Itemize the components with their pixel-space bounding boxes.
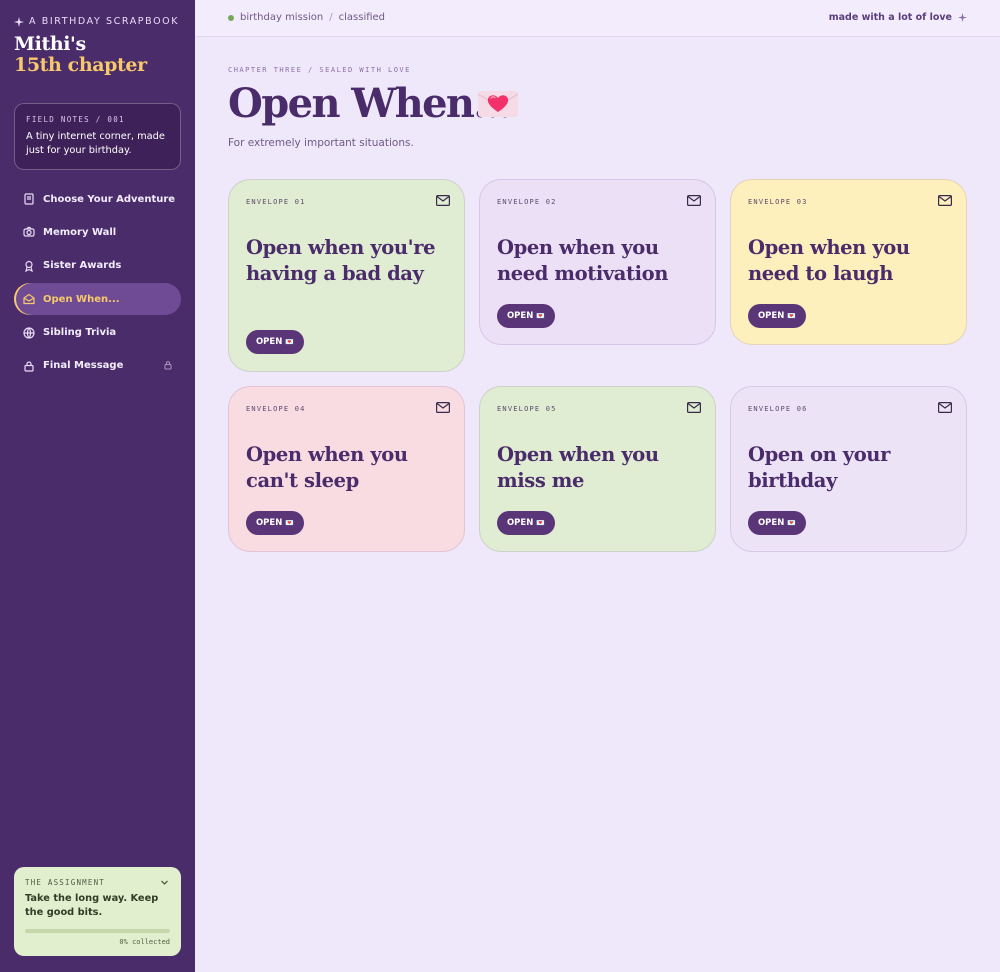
- made-with-love: made with a lot of love: [829, 12, 967, 23]
- open-button[interactable]: OPEN 💌: [748, 304, 806, 328]
- envelope-open-icon: [23, 293, 35, 305]
- envelope-title: Open when you miss me: [497, 443, 659, 492]
- sidebar-item-label: Memory Wall: [43, 226, 117, 238]
- assignment-card[interactable]: THE ASSIGNMENT Take the long way. Keep t…: [14, 867, 181, 956]
- mail-icon: [938, 195, 952, 206]
- chapter-kicker: CHAPTER THREE / SEALED WITH LOVE: [228, 66, 411, 74]
- book-icon: [24, 193, 34, 205]
- envelope-number: ENVELOPE 02: [497, 198, 557, 206]
- love-letter-icon: 💌: [536, 519, 546, 527]
- open-button[interactable]: OPEN 💌: [497, 304, 555, 328]
- page-subtitle: For extremely important situations.: [228, 137, 414, 149]
- brand-kicker: A BIRTHDAY SCRAPBOOK: [14, 16, 179, 27]
- envelope-title: Open when you're having a bad day: [246, 236, 436, 285]
- sidebar-nav: Choose Your Adventure Memory Wall Sister…: [14, 183, 181, 383]
- open-button[interactable]: OPEN 💌: [246, 511, 304, 535]
- envelope-number: ENVELOPE 05: [497, 405, 557, 413]
- sidebar-item-final-message[interactable]: Final Message: [14, 350, 181, 382]
- open-button-label: OPEN: [255, 518, 283, 528]
- award-icon: [25, 260, 33, 272]
- sidebar-item-label: Final Message: [43, 360, 124, 372]
- assignment-progress-track: [25, 929, 170, 933]
- sidebar-item-memory-wall[interactable]: Memory Wall: [14, 216, 181, 248]
- love-letter-icon: 💌: [536, 312, 546, 320]
- breadcrumb-separator: /: [329, 12, 333, 23]
- mail-icon: [436, 195, 450, 206]
- love-letter-icon: 💌: [285, 338, 295, 346]
- sidebar: A BIRTHDAY SCRAPBOOK Mithi's 15th chapte…: [0, 0, 195, 972]
- brand-kicker-text: A BIRTHDAY SCRAPBOOK: [29, 16, 180, 27]
- brand-title-line1: Mithi's: [14, 33, 86, 55]
- envelope-number: ENVELOPE 01: [246, 198, 306, 206]
- envelope-title: Open when you can't sleep: [246, 443, 408, 492]
- open-button[interactable]: OPEN 💌: [748, 511, 806, 535]
- breadcrumb-item-mission[interactable]: birthday mission: [240, 12, 323, 23]
- envelope-card-06[interactable]: ENVELOPE 06 Open on your birthday OPEN 💌: [730, 386, 967, 552]
- sparkle-icon: [958, 13, 967, 22]
- envelope-title: Open when you need to laugh: [748, 236, 910, 285]
- lock-icon: [24, 361, 34, 372]
- field-notes-kicker: FIELD NOTES / 001: [26, 115, 125, 124]
- status-dot: [228, 14, 234, 21]
- sidebar-item-label: Sibling Trivia: [43, 327, 117, 339]
- envelope-title: Open when you need motivation: [497, 236, 669, 285]
- sidebar-item-label: Open When...: [43, 293, 120, 305]
- assignment-kicker: THE ASSIGNMENT: [25, 878, 106, 887]
- mail-icon: [436, 402, 450, 413]
- open-button-label: OPEN: [506, 518, 534, 528]
- locked-badge-icon: [164, 361, 172, 370]
- envelope-number: ENVELOPE 03: [748, 198, 808, 206]
- sidebar-item-sibling-trivia[interactable]: Sibling Trivia: [14, 317, 181, 349]
- envelope-number: ENVELOPE 04: [246, 405, 306, 413]
- envelope-title: Open on your birthday: [748, 443, 890, 492]
- love-letter-icon: 💌: [285, 519, 295, 527]
- envelope-card-04[interactable]: ENVELOPE 04 Open when you can't sleep OP…: [228, 386, 465, 552]
- brand-title-line2: 15th chapter: [14, 54, 147, 76]
- love-letter-icon: 💌: [787, 519, 797, 527]
- open-button[interactable]: OPEN 💌: [246, 330, 304, 354]
- open-button-label: OPEN: [757, 518, 785, 528]
- sidebar-item-label: Choose Your Adventure: [43, 193, 176, 205]
- top-bar: birthday mission / classified made with …: [195, 0, 1000, 37]
- envelope-card-03[interactable]: ENVELOPE 03 Open when you need to laugh …: [730, 179, 967, 345]
- open-button-label: OPEN: [506, 311, 534, 321]
- open-button-label: OPEN: [757, 311, 785, 321]
- heart-envelope-icon: [477, 91, 519, 117]
- breadcrumb-item-classified: classified: [338, 12, 386, 23]
- mail-icon: [938, 402, 952, 413]
- field-notes-text: A tiny internet corner, made just for yo…: [26, 131, 165, 156]
- breadcrumb: birthday mission / classified: [228, 12, 385, 23]
- chevron-down-icon[interactable]: [160, 878, 169, 887]
- mail-icon: [687, 195, 701, 206]
- envelope-card-05[interactable]: ENVELOPE 05 Open when you miss me OPEN 💌: [479, 386, 716, 552]
- page-title: Open When...: [228, 80, 512, 127]
- sidebar-item-label: Sister Awards: [43, 260, 122, 272]
- field-notes-card: FIELD NOTES / 001 A tiny internet corner…: [14, 103, 181, 170]
- sparkle-icon: [14, 16, 24, 27]
- love-letter-icon: 💌: [787, 312, 797, 320]
- sidebar-item-choose-your-adventure[interactable]: Choose Your Adventure: [14, 183, 181, 215]
- globe-icon: [23, 326, 35, 339]
- mail-icon: [687, 402, 701, 413]
- assignment-progress-label: 0% collected: [119, 938, 170, 946]
- assignment-text: Take the long way. Keep the good bits.: [25, 893, 159, 918]
- envelope-card-02[interactable]: ENVELOPE 02 Open when you need motivatio…: [479, 179, 716, 345]
- brand-title: Mithi's 15th chapter: [14, 34, 147, 76]
- envelope-number: ENVELOPE 06: [748, 405, 808, 413]
- open-button-label: OPEN: [255, 337, 283, 347]
- made-with-love-text: made with a lot of love: [828, 12, 952, 23]
- camera-icon: [23, 227, 35, 237]
- open-button[interactable]: OPEN 💌: [497, 511, 555, 535]
- sidebar-item-open-when[interactable]: Open When...: [14, 283, 181, 316]
- sidebar-item-sister-awards[interactable]: Sister Awards: [14, 250, 181, 282]
- envelope-card-01[interactable]: ENVELOPE 01 Open when you're having a ba…: [228, 179, 465, 372]
